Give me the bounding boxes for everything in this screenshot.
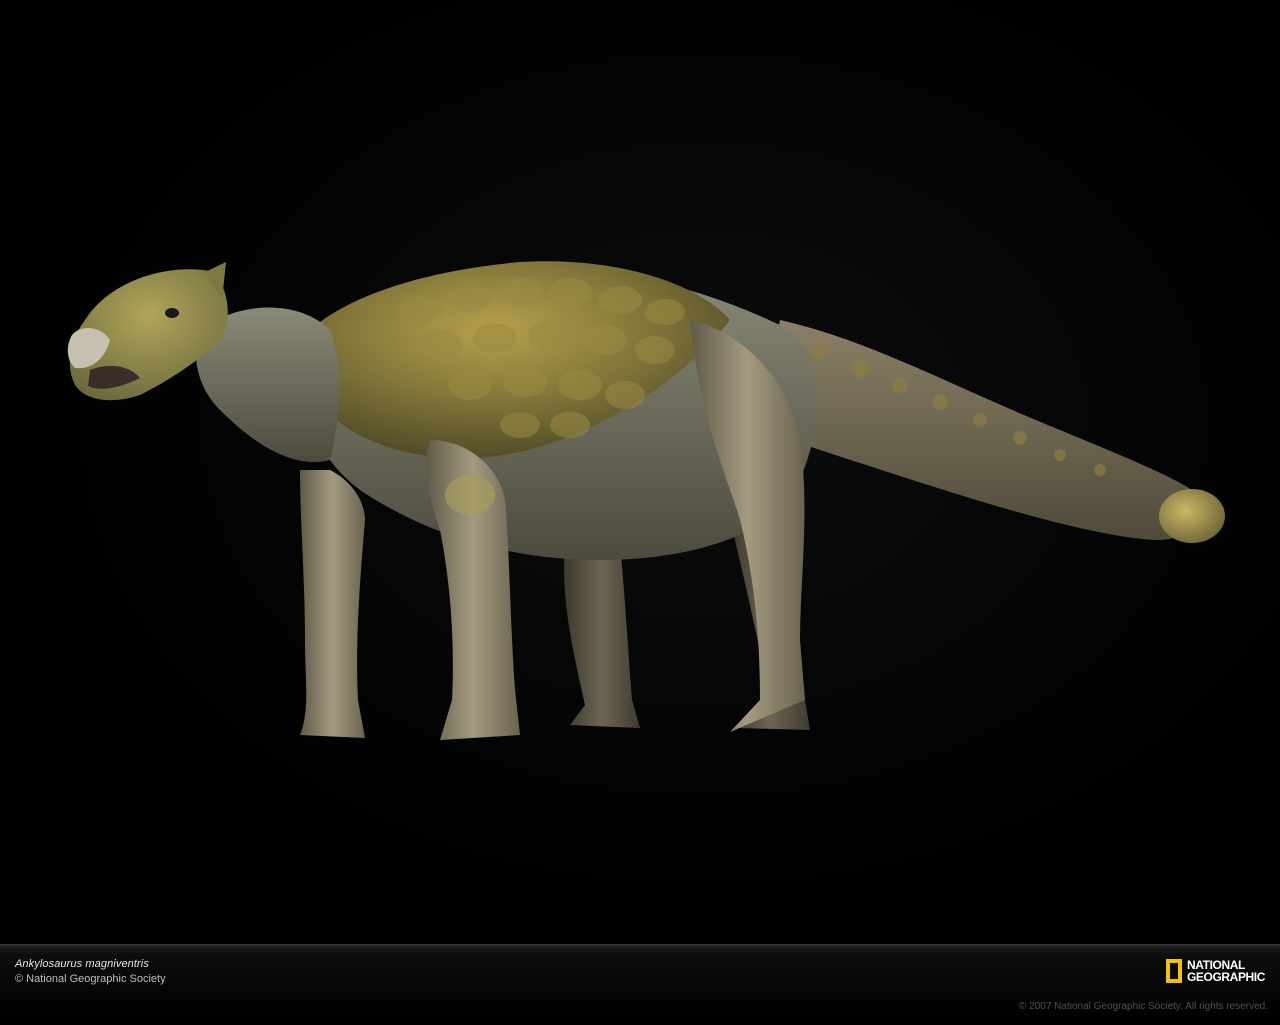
species-name: Ankylosaurus magniventris <box>15 958 149 970</box>
national-geographic-logo: NATIONAL GEOGRAPHIC <box>1166 956 1265 986</box>
caption-bar: Ankylosaurus magniventris © National Geo… <box>0 944 1280 1025</box>
wallpaper-stage <box>0 0 1280 944</box>
logo-line-2: GEOGRAPHIC <box>1187 970 1266 984</box>
credit-line: © National Geographic Society <box>15 973 166 985</box>
yellow-frame-icon <box>1166 959 1182 983</box>
copyright-notice: © 2007 National Geographic Society. All … <box>1019 1001 1268 1012</box>
logo-wordmark: NATIONAL GEOGRAPHIC <box>1187 959 1265 983</box>
dinosaur-figure <box>67 261 1225 740</box>
ankylosaurus-illustration <box>67 261 1225 740</box>
